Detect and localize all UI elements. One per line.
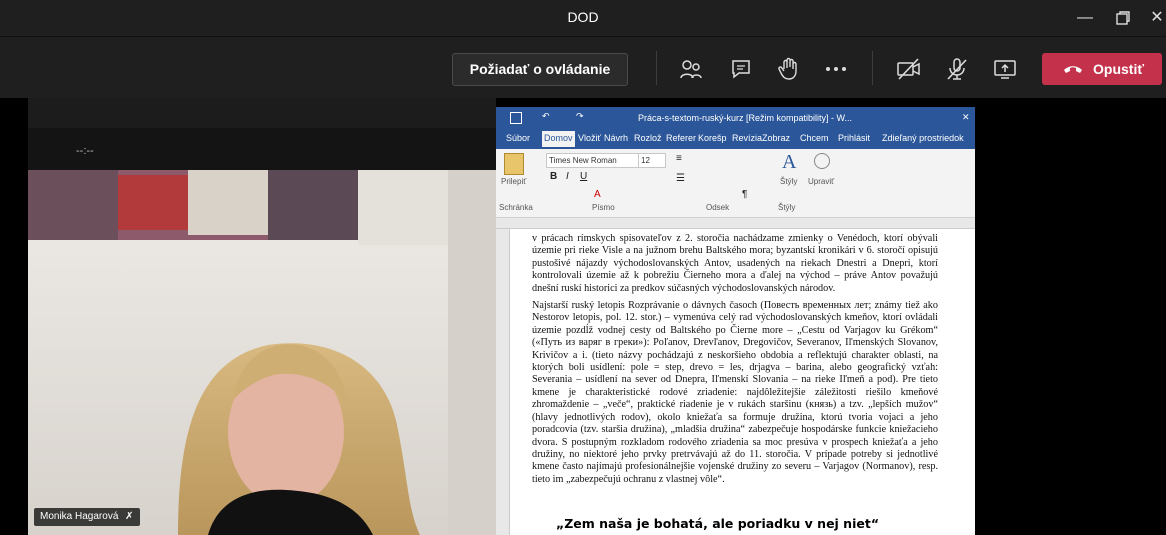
edit-button[interactable]: Upraviť xyxy=(808,177,834,186)
underline-icon[interactable]: U xyxy=(580,171,587,182)
camera-off-icon[interactable] xyxy=(896,56,922,82)
call-toolbar: Požiadať o ovládanie Opustiť xyxy=(0,36,1166,99)
tab-tell-me[interactable]: Chcem xyxy=(800,133,829,143)
redo-icon[interactable]: ↷ xyxy=(576,111,584,122)
paragraph: v prácach rímskych spisovateľov z 2. sto… xyxy=(532,233,938,294)
request-control-button[interactable]: Požiadať o ovládanie xyxy=(452,53,628,86)
pilcrow-icon[interactable]: ¶ xyxy=(742,189,747,200)
maximize-icon[interactable] xyxy=(1106,6,1140,30)
tab-references[interactable]: Referer xyxy=(666,133,696,143)
word-ribbon-tabs: Súbor Domov Vložiť Návrh Rozlož Referer … xyxy=(496,129,975,149)
participant-video: --:-- Monika Hagarová ✗ xyxy=(28,98,496,535)
tab-design[interactable]: Návrh xyxy=(604,133,628,143)
participants-icon[interactable] xyxy=(678,56,704,82)
tab-layout[interactable]: Rozlož xyxy=(634,133,662,143)
font-name-select[interactable]: Times New Roman xyxy=(546,153,640,168)
minimize-icon[interactable]: — xyxy=(1068,6,1102,30)
meeting-stage: --:-- Monika Hagarová ✗ ↶ ↷ Práca-s-text… xyxy=(0,98,1166,535)
tab-review[interactable]: Revízia xyxy=(732,133,762,143)
chat-icon[interactable] xyxy=(728,56,754,82)
document-page[interactable]: v prácach rímskych spisovateľov z 2. sto… xyxy=(510,229,975,535)
more-options-icon[interactable] xyxy=(823,56,849,82)
document-body: v prácach rímskych spisovateľov z 2. sto… xyxy=(532,233,938,491)
vertical-ruler xyxy=(496,229,510,535)
font-color-icon[interactable]: A xyxy=(594,189,601,200)
timer-hint: --:-- xyxy=(76,145,94,157)
tab-sign-in[interactable]: Prihlásit xyxy=(838,133,870,143)
align-left-icon[interactable]: ☰ xyxy=(676,173,685,184)
mic-off-small-icon: ✗ xyxy=(125,511,134,522)
section-heading: „Zem naša je bohatá, ale poriadku v nej … xyxy=(556,516,880,531)
tab-view[interactable]: Zobraz xyxy=(762,133,790,143)
tab-home[interactable]: Domov xyxy=(542,131,575,147)
window-title: DOD xyxy=(567,9,599,25)
camera-feed xyxy=(28,170,496,535)
group-styles: Štýly xyxy=(778,203,796,212)
toolbar-divider xyxy=(656,51,657,85)
share-screen-icon[interactable] xyxy=(992,56,1018,82)
tab-share[interactable]: Zdieľaný prostriedok xyxy=(882,133,964,143)
leave-label: Opustiť xyxy=(1093,61,1145,77)
word-ribbon: Prilepiť Times New Roman 12 B I U A ≡ ☰ … xyxy=(496,149,975,218)
raise-hand-icon[interactable] xyxy=(776,56,802,82)
tab-mailings[interactable]: Korešp xyxy=(698,133,727,143)
bullets-icon[interactable]: ≡ xyxy=(676,153,682,164)
group-paragraph: Odsek xyxy=(706,203,730,212)
tab-file[interactable]: Súbor xyxy=(506,133,530,143)
participant-name: Monika Hagarová xyxy=(40,511,119,522)
paragraph: Najstarší ruský letopis Rozprávanie o dá… xyxy=(532,300,938,485)
group-clipboard: Schránka xyxy=(499,203,533,212)
group-font: Písmo xyxy=(592,203,615,212)
font-size-select[interactable]: 12 xyxy=(638,153,666,168)
mic-off-icon[interactable] xyxy=(944,56,970,82)
search-icon[interactable] xyxy=(814,153,830,169)
shared-word-window: ↶ ↷ Práca-s-textom-ruský-kurz [Režim kom… xyxy=(496,107,975,535)
styles-button[interactable]: Štýly xyxy=(780,177,797,186)
word-close-icon[interactable]: ✕ xyxy=(962,112,970,123)
styles-icon[interactable]: A xyxy=(782,151,796,174)
leave-button[interactable]: Opustiť xyxy=(1042,53,1162,85)
undo-icon[interactable]: ↶ xyxy=(542,111,550,122)
paste-button[interactable]: Prilepiť xyxy=(501,177,526,186)
bold-icon[interactable]: B xyxy=(550,171,557,182)
document-title: Práca-s-textom-ruský-kurz [Režim kompati… xyxy=(638,113,853,123)
video-header xyxy=(28,98,496,128)
participant-name-badge: Monika Hagarová ✗ xyxy=(34,508,140,526)
close-icon[interactable]: ✕ xyxy=(1140,6,1166,30)
toolbar-divider xyxy=(872,51,873,85)
tab-insert[interactable]: Vložiť xyxy=(578,133,601,143)
save-icon[interactable] xyxy=(510,112,522,124)
webcam-image xyxy=(28,170,496,535)
horizontal-ruler xyxy=(496,218,975,229)
word-title-bar: ↶ ↷ Práca-s-textom-ruský-kurz [Režim kom… xyxy=(496,107,975,129)
italic-icon[interactable]: I xyxy=(566,171,569,182)
phone-hangup-icon xyxy=(1062,53,1084,96)
title-bar: DOD — ✕ xyxy=(0,0,1166,36)
paste-icon[interactable] xyxy=(504,153,524,175)
